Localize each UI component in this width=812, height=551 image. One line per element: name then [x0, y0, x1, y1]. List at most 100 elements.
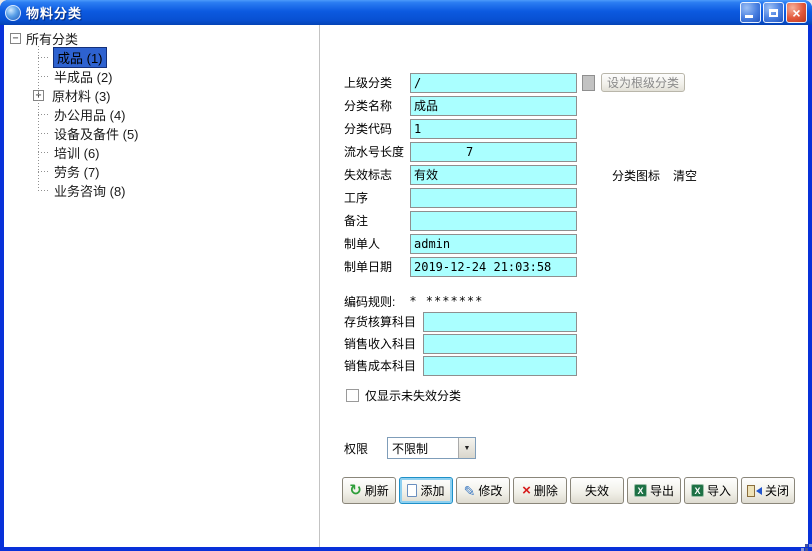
create-date-field[interactable]: [410, 257, 577, 277]
tree-connector: [38, 114, 50, 115]
delete-button[interactable]: × 删除: [513, 477, 567, 504]
import-button[interactable]: X 导入: [684, 477, 738, 504]
close-window-button-label: 关闭: [765, 482, 789, 499]
minimize-button[interactable]: [740, 2, 761, 23]
resize-grip[interactable]: [805, 544, 808, 547]
category-name-field[interactable]: [410, 96, 577, 116]
tree-item-label[interactable]: 原材料 (3): [52, 86, 111, 105]
edit-button-label: 修改: [478, 482, 502, 499]
creator-field[interactable]: [410, 234, 577, 254]
maximize-icon: [769, 9, 778, 17]
clear-icon-link[interactable]: 清空: [673, 167, 697, 184]
tree-root-node[interactable]: − 所有分类: [8, 29, 319, 48]
form-row-sales-cost-subject: 销售成本科目: [344, 355, 685, 376]
tree-connector: [38, 152, 50, 153]
valid-only-checkbox-label: 仅显示未失效分类: [365, 387, 461, 404]
remark-label: 备注: [344, 212, 410, 229]
tree-item-yuancailiao[interactable]: + 原材料 (3): [8, 86, 319, 105]
tree-children: 成品 (1) 半成品 (2) + 原材料 (3) 办公用品 (4) 设备及备件 …: [8, 48, 319, 200]
tree-item-label[interactable]: 劳务 (7): [54, 162, 100, 181]
permission-value: 不限制: [388, 440, 458, 457]
refresh-icon: ↻: [349, 483, 362, 498]
invalidate-button-label: 失效: [585, 482, 609, 499]
creator-label: 制单人: [344, 235, 410, 252]
tree-connector: [38, 133, 50, 134]
close-icon: ×: [792, 6, 800, 20]
category-icon-label: 分类图标: [612, 167, 660, 184]
tree-item-peixun[interactable]: 培训 (6): [8, 143, 319, 162]
tree-item-label[interactable]: 半成品 (2): [54, 67, 113, 86]
tree-item-label-selected[interactable]: 成品 (1): [53, 47, 107, 68]
globe-orb-icon: [5, 5, 21, 21]
tree-item-label[interactable]: 培训 (6): [54, 143, 100, 162]
coding-rule-value: * *******: [409, 294, 483, 308]
maximize-button[interactable]: [763, 2, 784, 23]
category-code-label: 分类代码: [344, 120, 410, 137]
sales-cost-subject-field[interactable]: [423, 356, 577, 376]
process-field[interactable]: [410, 188, 577, 208]
sales-income-subject-field[interactable]: [423, 334, 577, 354]
tree-item-chengpin[interactable]: 成品 (1): [8, 48, 319, 67]
browse-button[interactable]: [582, 75, 595, 91]
tree-connector: [38, 57, 50, 58]
category-name-label: 分类名称: [344, 97, 410, 114]
tree-item-yewuzixun[interactable]: 业务咨询 (8): [8, 181, 319, 200]
chevron-down-icon[interactable]: ▼: [458, 438, 475, 458]
tree-root-label[interactable]: 所有分类: [26, 29, 78, 48]
tree-connector: [38, 76, 50, 77]
titlebar[interactable]: 物料分类 ×: [0, 0, 812, 25]
form-row-creator: 制单人: [344, 233, 685, 254]
window-title: 物料分类: [26, 3, 740, 22]
expand-icon[interactable]: +: [33, 90, 44, 101]
tree-item-label[interactable]: 设备及备件 (5): [54, 124, 139, 143]
add-button-label: 添加: [420, 482, 444, 499]
collapse-icon[interactable]: −: [10, 33, 21, 44]
form-row-category-name: 分类名称: [344, 95, 685, 116]
material-classification-window: 物料分类 × − 所有分类 成品 (1) 半成品 (2): [0, 0, 812, 551]
import-button-label: 导入: [707, 482, 731, 499]
form-rows: 上级分类 设为根级分类 分类名称 分类代码 流水号长度: [344, 72, 685, 459]
create-date-label: 制单日期: [344, 258, 410, 275]
tree-connector: [38, 171, 50, 172]
category-icon-section: 分类图标 清空: [612, 167, 697, 184]
edit-pencil-icon: ✎: [464, 484, 476, 498]
valid-only-checkbox[interactable]: [346, 389, 359, 402]
serial-length-field[interactable]: [410, 142, 577, 162]
sales-cost-subject-label: 销售成本科目: [344, 357, 423, 374]
permission-dropdown[interactable]: 不限制 ▼: [387, 437, 476, 459]
serial-length-label: 流水号长度: [344, 143, 410, 160]
coding-rule-label: 编码规则:: [344, 293, 395, 310]
invalid-flag-field[interactable]: [410, 165, 577, 185]
tree-item-banchengpin[interactable]: 半成品 (2): [8, 67, 319, 86]
form-row-serial-length: 流水号长度: [344, 141, 685, 162]
edit-button[interactable]: ✎ 修改: [456, 477, 510, 504]
category-code-field[interactable]: [410, 119, 577, 139]
tree-item-label[interactable]: 办公用品 (4): [54, 105, 126, 124]
parent-category-field[interactable]: [410, 73, 577, 93]
tree-item-label[interactable]: 业务咨询 (8): [54, 181, 126, 200]
set-root-category-button[interactable]: 设为根级分类: [601, 73, 685, 92]
action-button-row: ↻ 刷新 添加 ✎ 修改 × 删除 失效: [342, 477, 795, 504]
minimize-icon: [745, 15, 753, 18]
close-window-button[interactable]: 关闭: [741, 477, 795, 504]
tree-item-shebeijibeijian[interactable]: 设备及备件 (5): [8, 124, 319, 143]
parent-category-label: 上级分类: [344, 74, 410, 91]
add-page-icon: [407, 484, 417, 497]
inventory-subject-label: 存货核算科目: [344, 313, 423, 330]
tree-item-bangongyongpin[interactable]: 办公用品 (4): [8, 105, 319, 124]
refresh-button[interactable]: ↻ 刷新: [342, 477, 396, 504]
inventory-subject-field[interactable]: [423, 312, 577, 332]
remark-field[interactable]: [410, 211, 577, 231]
category-tree-panel: − 所有分类 成品 (1) 半成品 (2) + 原材料 (3): [4, 25, 320, 547]
close-button[interactable]: ×: [786, 2, 807, 23]
invalidate-button[interactable]: 失效: [570, 477, 624, 504]
sales-income-subject-label: 销售收入科目: [344, 335, 423, 352]
valid-only-checkbox-row: 仅显示未失效分类: [346, 387, 685, 404]
export-button[interactable]: X 导出: [627, 477, 681, 504]
form-row-parent-category: 上级分类 设为根级分类: [344, 72, 685, 93]
invalid-flag-label: 失效标志: [344, 166, 410, 183]
form-row-sales-income-subject: 销售收入科目: [344, 333, 685, 354]
tree-item-laowu[interactable]: 劳务 (7): [8, 162, 319, 181]
add-button[interactable]: 添加: [399, 477, 453, 504]
delete-button-label: 删除: [534, 482, 558, 499]
